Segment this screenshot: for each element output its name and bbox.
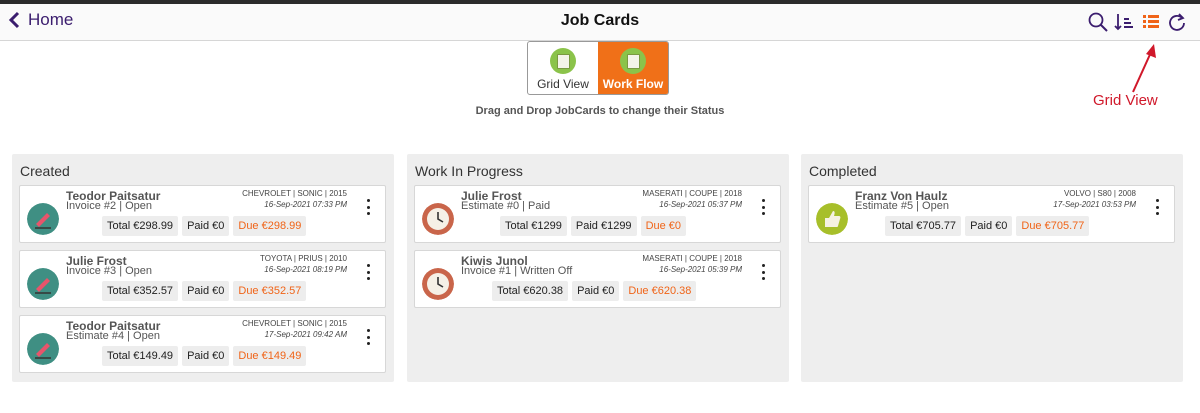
paid-amount: Paid €1299 (570, 216, 637, 236)
card-date: 16-Sep-2021 05:37 PM (659, 200, 742, 209)
column-title: Created (20, 163, 70, 179)
paid-amount: Paid €0 (965, 216, 1013, 236)
due-amount: Due €0 (640, 216, 687, 236)
drag-drop-hint: Drag and Drop JobCards to change their S… (475, 105, 725, 117)
document-status: Invoice #1 | Written Off (461, 265, 573, 277)
column-created: Created Teodor Paitsatur Invoice #2 | Op… (12, 154, 394, 382)
job-card[interactable]: Julie Frost Invoice #3 | Open TOYOTA | P… (19, 250, 386, 308)
amount-chips: Total €620.38 Paid €0 Due €620.38 (492, 281, 697, 301)
card-date: 16-Sep-2021 05:39 PM (659, 265, 742, 274)
job-card[interactable]: Kiwis Junol Invoice #1 | Written Off MAS… (414, 250, 781, 308)
vehicle-info: VOLVO | S80 | 2008 (1063, 189, 1136, 198)
document-status: Estimate #5 | Open (855, 200, 949, 212)
column-title: Work In Progress (415, 163, 523, 179)
amount-chips: Total €1299 Paid €1299 Due €0 (500, 216, 687, 236)
more-options-icon[interactable] (760, 199, 766, 215)
grid-view-label: Grid View (537, 77, 589, 91)
pencil-icon (27, 203, 59, 235)
paid-amount: Paid €0 (182, 216, 230, 236)
card-date: 16-Sep-2021 07:33 PM (264, 200, 347, 209)
paid-amount: Paid €0 (182, 346, 230, 366)
document-status: Invoice #2 | Open (66, 200, 153, 212)
pencil-icon (27, 333, 59, 365)
work-flow-icon (620, 48, 646, 74)
vehicle-info: TOYOTA | PRIUS | 2010 (259, 254, 347, 263)
more-options-icon[interactable] (760, 264, 766, 280)
paid-amount: Paid €0 (572, 281, 620, 301)
vehicle-info: MASERATI | COUPE | 2018 (642, 254, 742, 263)
annotation-arrow (1132, 44, 1156, 93)
work-flow-label: Work Flow (602, 77, 664, 91)
app-header: Home Job Cards (0, 4, 1200, 41)
thumbs-up-icon (816, 203, 848, 235)
pencil-icon (27, 268, 59, 300)
vehicle-info: MASERATI | COUPE | 2018 (642, 189, 742, 198)
more-options-icon[interactable] (365, 199, 371, 215)
grid-view-icon (550, 48, 576, 74)
search-icon[interactable] (1087, 11, 1109, 33)
view-toggle: Grid View Work Flow (527, 41, 669, 95)
document-status: Invoice #3 | Open (66, 265, 153, 277)
clock-icon (422, 203, 454, 235)
more-options-icon[interactable] (1154, 199, 1160, 215)
due-amount: Due €352.57 (233, 281, 307, 301)
vehicle-info: CHEVROLET | SONIC | 2015 (242, 189, 347, 198)
sort-icon[interactable] (1113, 11, 1135, 33)
work-flow-button[interactable]: Work Flow (598, 42, 668, 94)
vehicle-info: CHEVROLET | SONIC | 2015 (242, 319, 347, 328)
total-amount: Total €298.99 (102, 216, 179, 236)
document-status: Estimate #0 | Paid (461, 200, 551, 212)
clock-icon (422, 268, 454, 300)
column-completed: Completed Franz Von Haulz Estimate #5 | … (801, 154, 1183, 382)
card-date: 16-Sep-2021 08:19 PM (264, 265, 347, 274)
more-options-icon[interactable] (365, 264, 371, 280)
total-amount: Total €352.57 (102, 281, 179, 301)
column-title: Completed (809, 163, 877, 179)
total-amount: Total €705.77 (885, 216, 962, 236)
amount-chips: Total €705.77 Paid €0 Due €705.77 (885, 216, 1090, 236)
total-amount: Total €620.38 (492, 281, 569, 301)
card-date: 17-Sep-2021 03:53 PM (1053, 200, 1136, 209)
list-view-icon[interactable] (1140, 11, 1162, 33)
due-amount: Due €705.77 (1016, 216, 1090, 236)
job-card[interactable]: Teodor Paitsatur Invoice #2 | Open CHEVR… (19, 185, 386, 243)
refresh-icon[interactable] (1166, 11, 1188, 33)
grid-view-button[interactable]: Grid View (528, 42, 598, 94)
card-date: 17-Sep-2021 09:42 AM (264, 330, 347, 339)
amount-chips: Total €298.99 Paid €0 Due €298.99 (102, 216, 307, 236)
total-amount: Total €1299 (500, 216, 567, 236)
column-work-in-progress: Work In Progress Julie Frost Estimate #0… (407, 154, 789, 382)
more-options-icon[interactable] (365, 329, 371, 345)
amount-chips: Total €149.49 Paid €0 Due €149.49 (102, 346, 307, 366)
page-title: Job Cards (560, 12, 640, 29)
job-card[interactable]: Teodor Paitsatur Estimate #4 | Open CHEV… (19, 315, 386, 373)
due-amount: Due €298.99 (233, 216, 307, 236)
amount-chips: Total €352.57 Paid €0 Due €352.57 (102, 281, 307, 301)
due-amount: Due €620.38 (623, 281, 697, 301)
job-card[interactable]: Franz Von Haulz Estimate #5 | Open VOLVO… (808, 185, 1175, 243)
document-status: Estimate #4 | Open (66, 330, 160, 342)
job-card[interactable]: Julie Frost Estimate #0 | Paid MASERATI … (414, 185, 781, 243)
due-amount: Due €149.49 (233, 346, 307, 366)
annotation-label: Grid View (1093, 92, 1158, 109)
paid-amount: Paid €0 (182, 281, 230, 301)
total-amount: Total €149.49 (102, 346, 179, 366)
